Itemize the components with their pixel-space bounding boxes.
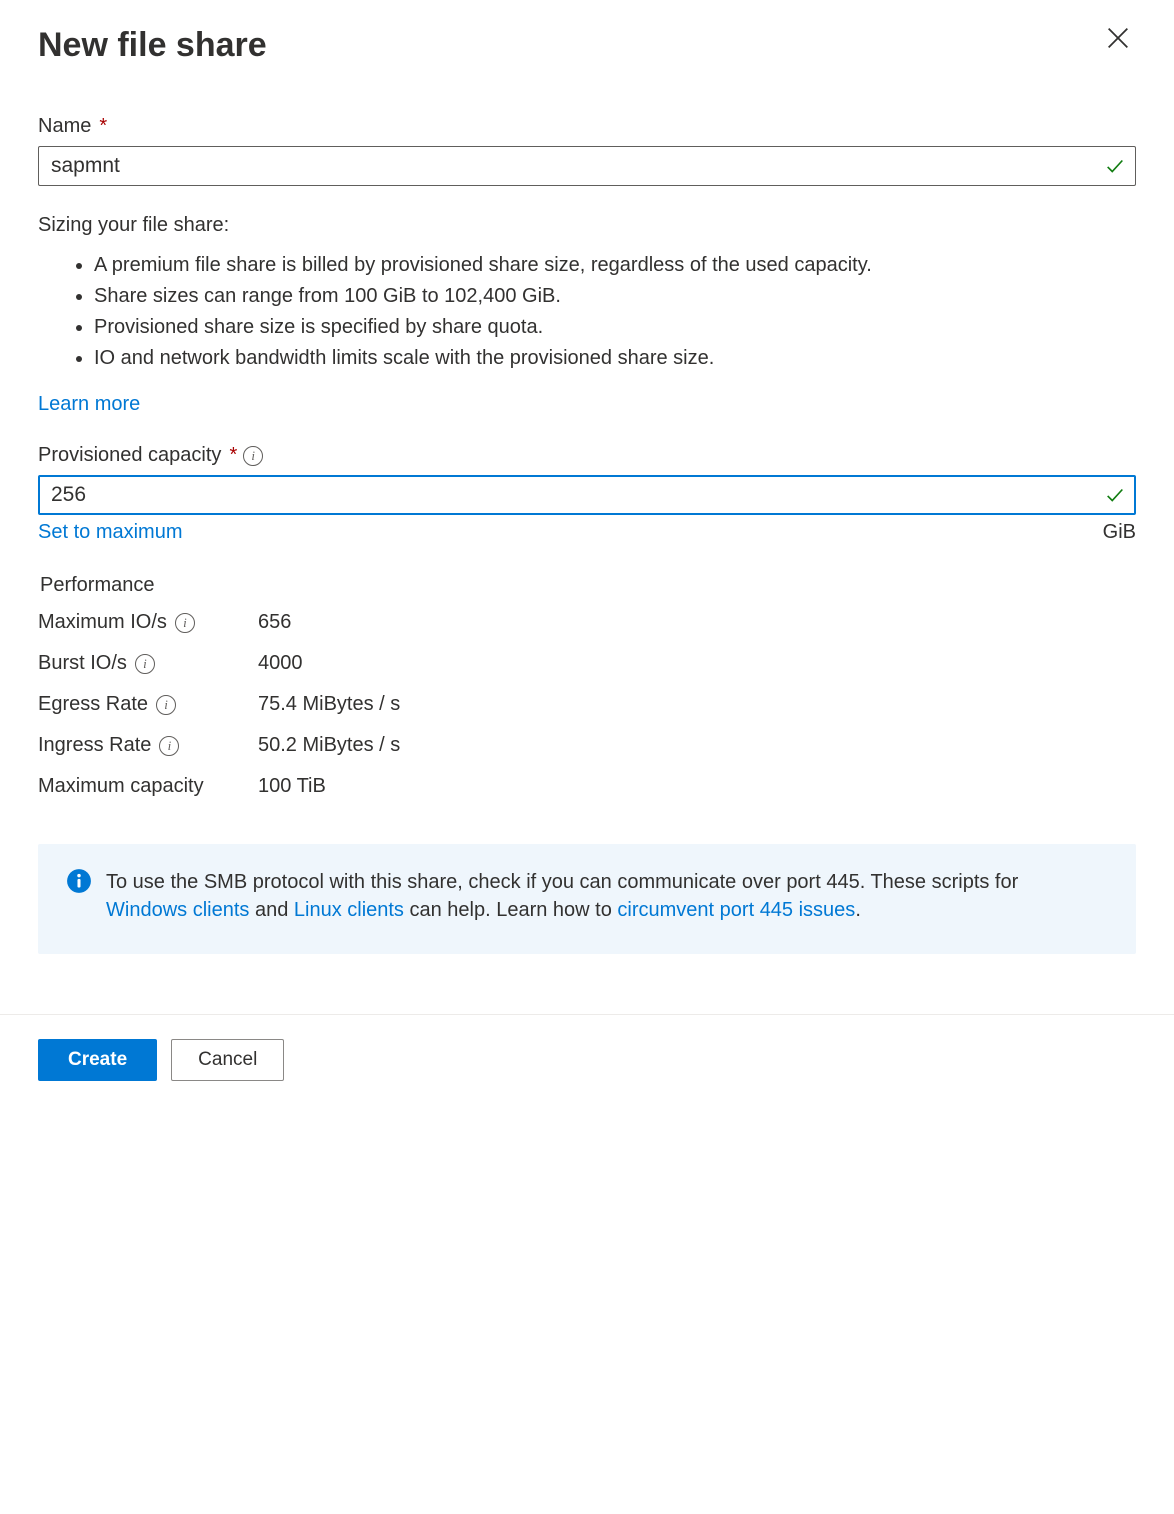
capacity-unit: GiB	[1103, 521, 1136, 544]
name-input[interactable]	[38, 146, 1136, 186]
circumvent-445-link[interactable]: circumvent port 445 issues	[617, 899, 855, 921]
linux-clients-link[interactable]: Linux clients	[294, 899, 404, 921]
windows-clients-link[interactable]: Windows clients	[106, 899, 249, 921]
checkmark-icon	[1104, 484, 1126, 506]
cancel-button[interactable]: Cancel	[171, 1039, 284, 1081]
info-icon[interactable]: i	[159, 736, 179, 756]
name-label: Name*	[38, 115, 1136, 138]
create-button[interactable]: Create	[38, 1039, 157, 1081]
info-circle-icon	[66, 868, 92, 894]
list-item: Provisioned share size is specified by s…	[94, 313, 1136, 342]
perf-row-burst-io: Burst IO/s i 4000	[38, 652, 1136, 675]
provisioned-capacity-input[interactable]	[38, 475, 1136, 515]
close-icon[interactable]	[1104, 24, 1132, 52]
sizing-list: A premium file share is billed by provis…	[38, 251, 1136, 373]
perf-row-egress: Egress Rate i 75.4 MiBytes / s	[38, 693, 1136, 716]
capacity-label: Provisioned capacity* i	[38, 444, 1136, 467]
list-item: IO and network bandwidth limits scale wi…	[94, 344, 1136, 373]
list-item: Share sizes can range from 100 GiB to 10…	[94, 282, 1136, 311]
checkmark-icon	[1104, 155, 1126, 177]
set-to-maximum-link[interactable]: Set to maximum	[38, 521, 182, 544]
info-notice: To use the SMB protocol with this share,…	[38, 844, 1136, 954]
perf-row-max-io: Maximum IO/s i 656	[38, 611, 1136, 634]
perf-row-ingress: Ingress Rate i 50.2 MiBytes / s	[38, 734, 1136, 757]
page-title: New file share	[38, 26, 1136, 65]
info-icon[interactable]: i	[175, 613, 195, 633]
info-icon[interactable]: i	[243, 446, 263, 466]
list-item: A premium file share is billed by provis…	[94, 251, 1136, 280]
info-icon[interactable]: i	[135, 654, 155, 674]
perf-row-max-capacity: Maximum capacity 100 TiB	[38, 775, 1136, 798]
learn-more-link[interactable]: Learn more	[38, 393, 140, 416]
performance-heading: Performance	[40, 574, 1136, 597]
sizing-heading: Sizing your file share:	[38, 214, 1136, 237]
info-icon[interactable]: i	[156, 695, 176, 715]
